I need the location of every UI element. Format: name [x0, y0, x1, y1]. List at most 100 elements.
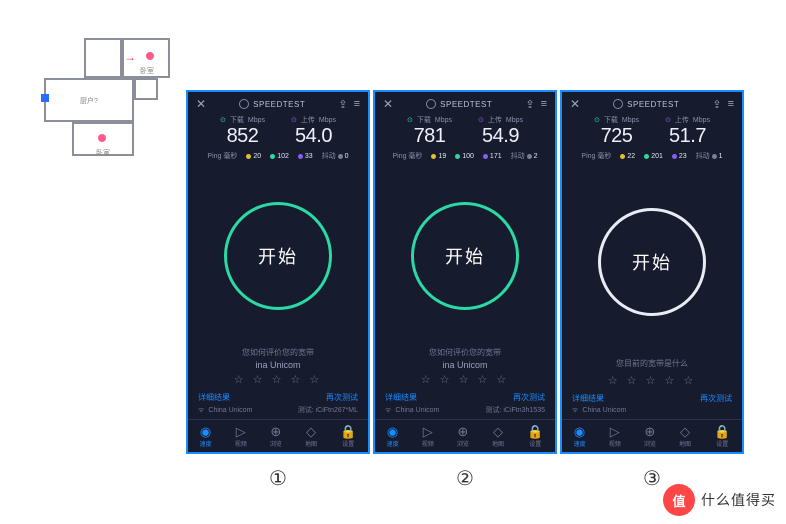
dl-dot-icon — [455, 154, 460, 159]
nav-label: 速度 — [574, 439, 586, 448]
nav-video[interactable]: ▷视频 — [609, 425, 621, 448]
details-link[interactable]: 详细结果 — [572, 393, 604, 404]
speedtest-phone-1: ✕ SPEEDTEST ⇪ ≡ ⊙下载Mbps 852 ⊙上传Mbps 54.0 — [186, 90, 370, 454]
retest-link[interactable]: 再次测试 — [513, 392, 545, 403]
nav-settings[interactable]: 🔒设置 — [527, 425, 543, 448]
upload-unit: Mbps — [506, 117, 523, 124]
nav-map[interactable]: ◇地图 — [492, 425, 504, 448]
ping-row: Ping 毫秒 22 201 23 抖动1 — [562, 151, 742, 161]
wifi-icon: ᯤ — [385, 406, 391, 415]
ping-row: Ping 毫秒 20 102 33 抖动0 — [188, 151, 368, 161]
share-icon[interactable]: ⇪ — [525, 98, 534, 111]
device-marker-icon — [98, 134, 106, 142]
wifi-icon: ᯤ — [198, 406, 204, 415]
retest-link[interactable]: 再次测试 — [326, 392, 358, 403]
share-icon[interactable]: ⇪ — [338, 98, 347, 111]
nav-speed[interactable]: ◉速度 — [200, 425, 212, 448]
app-title: SPEEDTEST — [239, 99, 305, 109]
jitter-dot-icon — [527, 154, 532, 159]
router-marker-icon — [41, 94, 49, 102]
ul-dot-icon — [672, 154, 677, 159]
pin-icon: ◇ — [493, 425, 503, 438]
close-icon[interactable]: ✕ — [196, 97, 206, 111]
nav-video[interactable]: ▷视频 — [235, 425, 247, 448]
pin-icon: ◇ — [306, 425, 316, 438]
download-label: 下载 — [604, 115, 618, 125]
nav-label: 速度 — [200, 439, 212, 448]
start-test-button[interactable]: 开始 — [224, 202, 332, 310]
provider-block: 您目前的宽带是什么 — [562, 358, 742, 371]
rating-stars[interactable]: ☆ ☆ ☆ ☆ ☆ — [375, 373, 555, 386]
globe-icon: ⊕ — [644, 425, 655, 438]
app-title: SPEEDTEST — [613, 99, 679, 109]
rating-question: 您目前的宽带是什么 — [562, 358, 742, 369]
upload-label: 上传 — [675, 115, 689, 125]
jitter-dot-icon — [712, 154, 717, 159]
upload-value: 54.9 — [478, 125, 523, 148]
idle-dot-icon — [246, 154, 251, 159]
start-test-button[interactable]: 开始 — [598, 208, 706, 316]
ul-dot-icon — [298, 154, 303, 159]
download-unit: Mbps — [248, 117, 265, 124]
rating-stars[interactable]: ☆ ☆ ☆ ☆ ☆ — [562, 374, 742, 387]
nav-settings[interactable]: 🔒设置 — [714, 425, 730, 448]
ping-ul: 33 — [305, 153, 313, 160]
jitter-label: 抖动 — [511, 151, 525, 161]
test-info: ᯤ China Unicom 测试: iCiFtn3h1535 — [375, 403, 555, 419]
floorplan-diagram: → 卧室 厨户? 卧室 — [44, 38, 174, 158]
wifi-icon: ᯤ — [572, 406, 578, 415]
nav-map[interactable]: ◇地图 — [679, 425, 691, 448]
provider-block: 您如何评价您的宽带 ina Unicom — [188, 347, 368, 370]
watermark: 值 什么值得买 — [663, 484, 776, 516]
nav-settings[interactable]: 🔒设置 — [340, 425, 356, 448]
panel-index-label: ③ — [643, 466, 661, 491]
close-icon[interactable]: ✕ — [383, 97, 393, 111]
bottom-nav: ◉速度 ▷视频 ⊕浏览 ◇地图 🔒设置 — [562, 419, 742, 452]
nav-label: 设置 — [716, 439, 728, 448]
nav-map[interactable]: ◇地图 — [305, 425, 317, 448]
globe-icon: ⊕ — [270, 425, 281, 438]
idle-dot-icon — [620, 154, 625, 159]
nav-browse[interactable]: ⊕浏览 — [270, 425, 282, 448]
app-title-text: SPEEDTEST — [440, 100, 492, 109]
ping-idle: 20 — [253, 153, 261, 160]
menu-icon[interactable]: ≡ — [354, 98, 360, 111]
test-id: 测试: iCiFtn3h1535 — [485, 405, 545, 415]
nav-speed[interactable]: ◉速度 — [387, 425, 399, 448]
provider-block: 您如何评价您的宽带 ina Unicom — [375, 347, 555, 370]
play-icon: ▷ — [423, 425, 433, 438]
room-label: 厨户? — [80, 96, 98, 106]
rating-stars[interactable]: ☆ ☆ ☆ ☆ ☆ — [188, 373, 368, 386]
details-link[interactable]: 详细结果 — [198, 392, 230, 403]
isp-name: ina Unicom — [375, 360, 555, 370]
nav-browse[interactable]: ⊕浏览 — [457, 425, 469, 448]
details-link[interactable]: 详细结果 — [385, 392, 417, 403]
download-unit: Mbps — [622, 117, 639, 124]
nav-video[interactable]: ▷视频 — [422, 425, 434, 448]
nav-browse[interactable]: ⊕浏览 — [644, 425, 656, 448]
download-icon: ⊙ — [594, 116, 600, 124]
nav-label: 地图 — [305, 439, 317, 448]
ping-row: Ping 毫秒 19 100 171 抖动2 — [375, 151, 555, 161]
bottom-nav: ◉速度 ▷视频 ⊕浏览 ◇地图 🔒设置 — [375, 419, 555, 452]
ul-dot-icon — [483, 154, 488, 159]
lock-icon: 🔒 — [340, 425, 356, 438]
retest-link[interactable]: 再次测试 — [700, 393, 732, 404]
play-icon: ▷ — [236, 425, 246, 438]
idle-dot-icon — [431, 154, 436, 159]
ping-label: Ping 毫秒 — [581, 151, 611, 161]
speed-icon: ◉ — [574, 425, 585, 438]
nav-speed[interactable]: ◉速度 — [574, 425, 586, 448]
watermark-text: 什么值得买 — [701, 490, 776, 510]
panel-index-label: ② — [456, 466, 474, 491]
ping-idle: 22 — [627, 153, 635, 160]
share-icon[interactable]: ⇪ — [712, 98, 721, 111]
close-icon[interactable]: ✕ — [570, 97, 580, 111]
upload-value: 51.7 — [665, 125, 710, 148]
start-test-button[interactable]: 开始 — [411, 202, 519, 310]
test-id: 测试: iCiFtn267*ML — [298, 405, 358, 415]
gauge-icon — [426, 99, 436, 109]
play-icon: ▷ — [610, 425, 620, 438]
menu-icon[interactable]: ≡ — [541, 98, 547, 111]
menu-icon[interactable]: ≡ — [728, 98, 734, 111]
